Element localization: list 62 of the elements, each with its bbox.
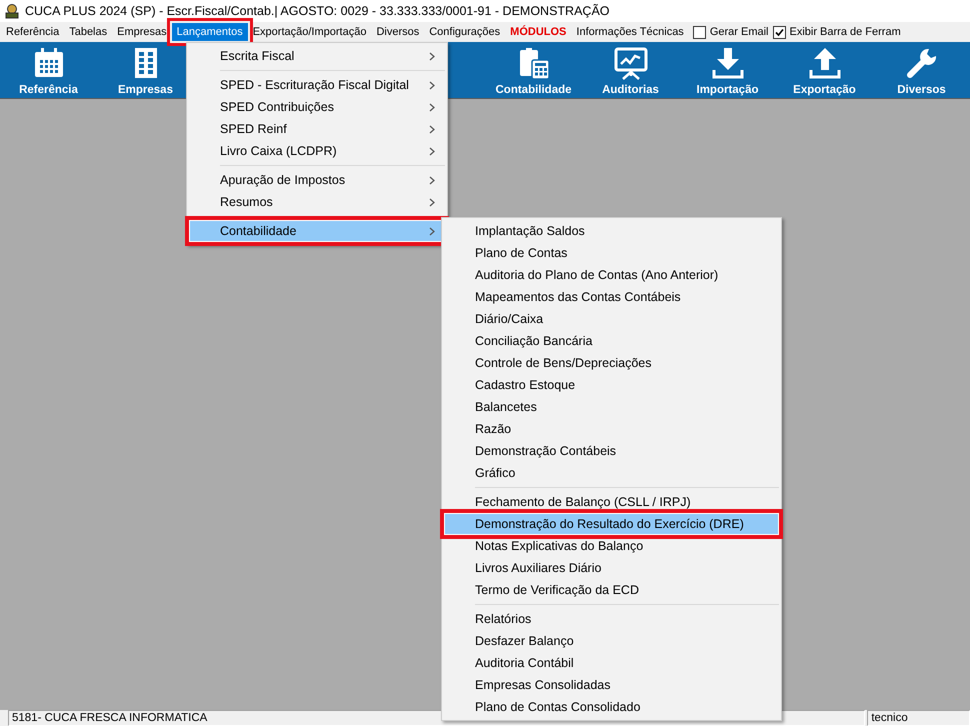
menu-item[interactable]: Plano de Contas <box>444 242 779 264</box>
menu-item[interactable]: Livro Caixa (LCDPR) <box>189 140 445 162</box>
menu-item[interactable]: SPED Contribuições <box>189 96 445 118</box>
checkbox-label: Gerar Email <box>710 26 768 38</box>
menu-bar-item[interactable]: Diversos <box>371 23 424 41</box>
window-title: CUCA PLUS 2024 (SP) - Escr.Fiscal/Contab.| AGOSTO: 0029 - 33.333.333/0001-91 - DEMONSTRAÇÃO <box>25 4 610 18</box>
checkbox-label: Exibir Barra de Ferram <box>790 26 901 38</box>
menu-item[interactable]: Notas Explicativas do Balanço <box>444 535 779 557</box>
menu-item[interactable]: Mapeamentos das Contas Contábeis <box>444 286 779 308</box>
menu-bar-item[interactable]: Exportação/Importação <box>248 23 372 41</box>
menu-item[interactable]: Relatórios <box>444 608 779 630</box>
app-logo-icon <box>4 3 20 19</box>
menu-item[interactable]: Diário/Caixa <box>444 308 779 330</box>
menu-item[interactable]: Conciliação Bancária <box>444 330 779 352</box>
menu-item[interactable]: Apuração de Impostos <box>189 169 445 191</box>
menu-item[interactable]: Auditoria do Plano de Contas (Ano Anterior) <box>444 264 779 286</box>
menu-bar-item[interactable]: Tabelas <box>64 23 112 41</box>
menu-item[interactable]: Razão <box>444 418 779 440</box>
menu-item[interactable]: Cadastro Estoque <box>444 374 779 396</box>
menu-item[interactable]: Demonstração do Resultado do Exercício (DRE) <box>444 513 779 535</box>
menu-bar-item[interactable]: Empresas <box>112 23 172 41</box>
menu-item[interactable]: Resumos <box>189 191 445 213</box>
menu-bar-item[interactable]: Configurações <box>424 23 506 41</box>
checkbox[interactable] <box>772 26 786 38</box>
menu-bar-item[interactable]: MÓDULOS <box>505 23 572 41</box>
menu-item[interactable]: Controle de Bens/Depreciações <box>444 352 779 374</box>
chevron-right-icon <box>429 176 435 184</box>
toolbar-button[interactable]: Contabilidade <box>485 42 582 98</box>
menu-item[interactable]: Gráfico <box>444 462 779 484</box>
menu-item[interactable]: Implantação Saldos <box>444 220 779 242</box>
menu-item[interactable]: Balancetes <box>444 396 779 418</box>
chevron-right-icon <box>429 80 435 90</box>
status-user: tecnico <box>867 710 970 726</box>
menu-bar-item[interactable]: Lançamentos <box>172 23 248 41</box>
menu-item[interactable]: Fechamento de Balanço (CSLL / IRPJ) <box>444 491 779 513</box>
menu-item[interactable]: Escrita Fiscal <box>189 45 445 67</box>
chevron-right-icon <box>429 124 435 134</box>
upload-icon <box>808 46 842 80</box>
toolbar-button[interactable]: Diversos <box>873 42 970 98</box>
wrench-icon <box>904 46 938 80</box>
toolbar-button[interactable]: Auditorias <box>582 42 679 98</box>
toolbar-button[interactable]: Referência <box>0 42 97 98</box>
menu-item[interactable]: Demonstração Contábeis <box>444 440 779 462</box>
menu-item[interactable]: Livros Auxiliares Diário <box>444 557 779 579</box>
menu-bar-item[interactable]: Referência <box>1 23 64 41</box>
toolbar-button[interactable]: Importação <box>679 42 776 98</box>
menu-item[interactable]: Empresas Consolidadas <box>444 674 779 696</box>
menu-item[interactable]: SPED - Escrituração Fiscal Digital <box>189 74 445 96</box>
menu-bar-item[interactable]: Informações Técnicas <box>571 23 689 41</box>
chevron-right-icon <box>429 226 435 236</box>
toolbar-button[interactable]: Exportação <box>776 42 873 98</box>
chart-board-icon <box>614 46 648 80</box>
menu-item[interactable]: Desfazer Balanço <box>444 630 779 652</box>
chevron-right-icon <box>429 102 435 112</box>
chevron-right-icon <box>429 198 435 206</box>
chevron-right-icon <box>429 146 435 156</box>
download-icon <box>710 46 744 80</box>
menu-item[interactable]: Termo de Verificação da ECD <box>444 579 779 601</box>
menu-item[interactable]: SPED Reinf <box>189 118 445 140</box>
menu-item[interactable]: Auditoria Contábil <box>444 652 779 674</box>
checkbox[interactable] <box>692 26 706 38</box>
chevron-right-icon <box>429 52 435 60</box>
